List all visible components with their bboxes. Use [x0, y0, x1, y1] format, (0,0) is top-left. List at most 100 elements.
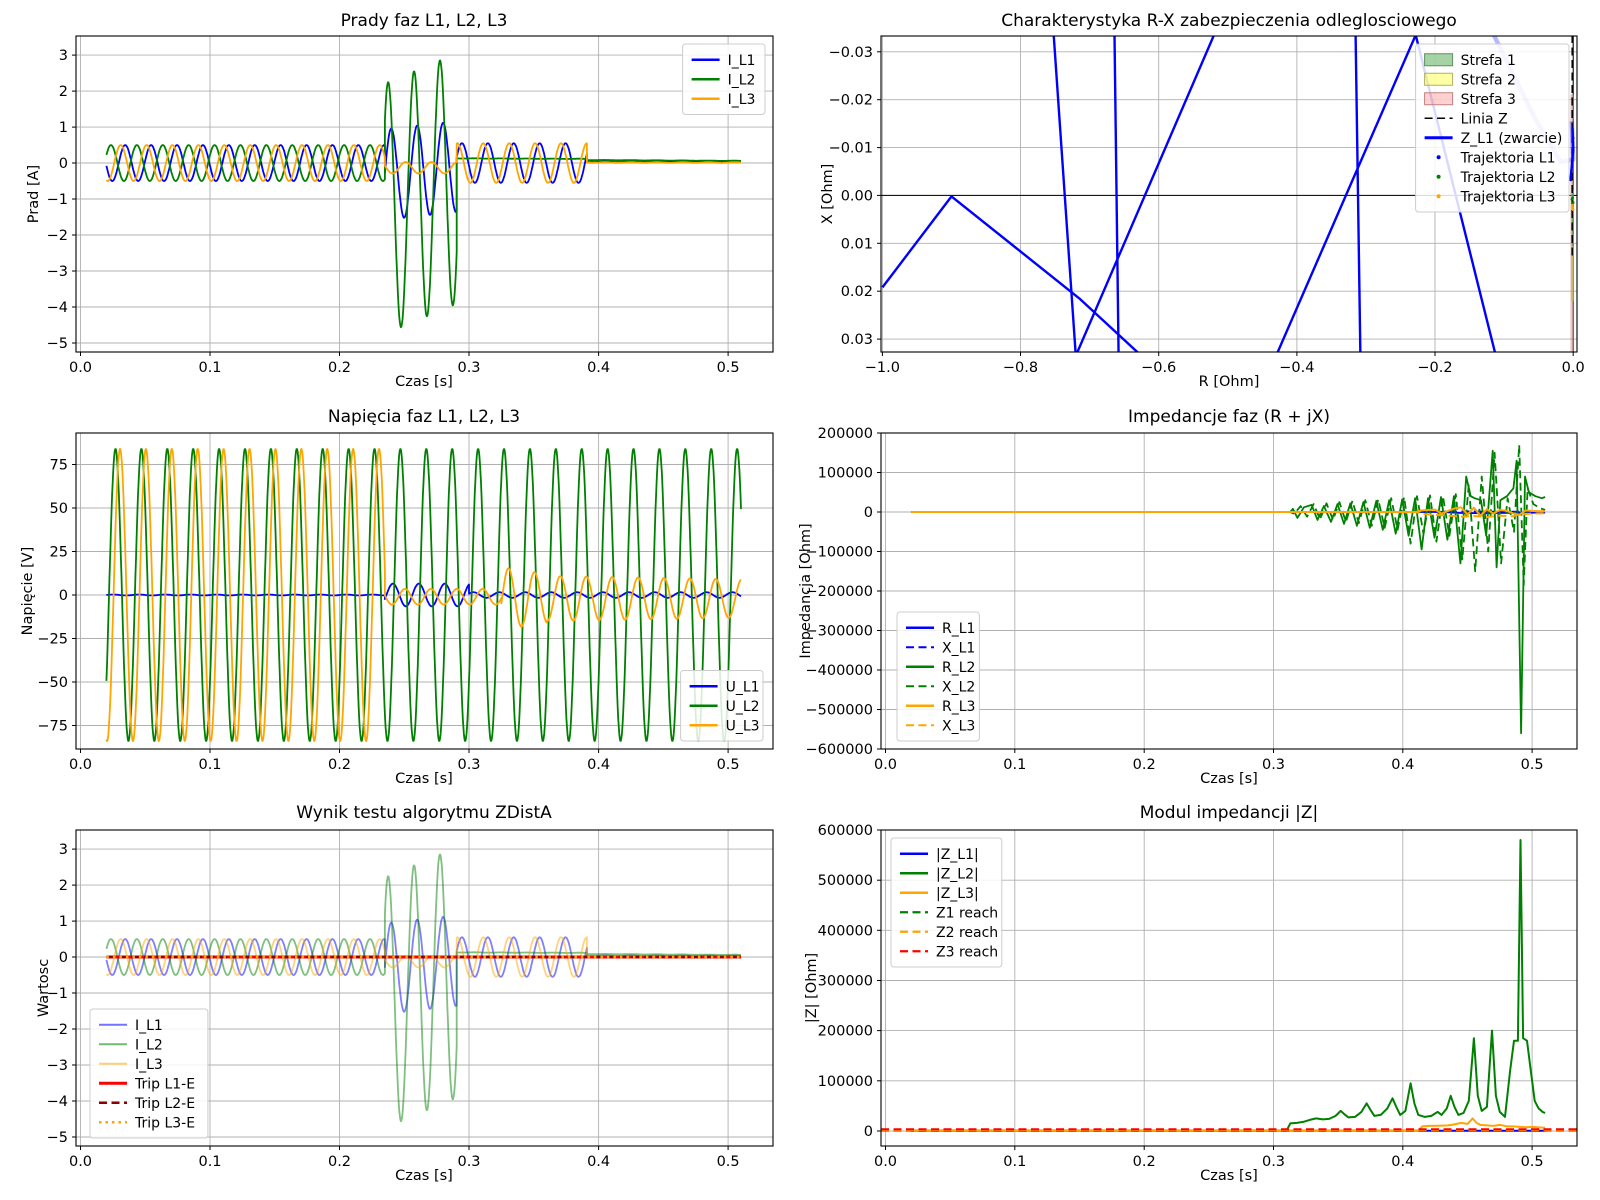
xlabel-currents: Czas [s]	[395, 374, 453, 390]
y-tick-label: 0.03	[841, 332, 873, 348]
legend-label: X_L1	[942, 640, 975, 656]
y-tick-label: 0	[59, 950, 68, 966]
y-tick-label: −0.03	[829, 45, 873, 61]
series-|Z_L2|	[911, 840, 1545, 1131]
x-tick-label: 0.2	[1133, 757, 1156, 773]
y-tick-label: −200000	[805, 584, 873, 600]
x-tick-label: 0.4	[587, 1154, 610, 1170]
legend-label: R_L3	[942, 699, 975, 715]
x-tick-label: 0.2	[328, 360, 351, 376]
legend-label: R_L2	[942, 660, 975, 676]
y-tick-label: −25	[37, 632, 68, 648]
title-rx: Charakterystyka R-X zabezpieczenia odleg…	[1001, 11, 1457, 31]
y-tick-label: 0	[59, 588, 68, 604]
legend-label: Z1 reach	[936, 905, 998, 921]
y-tick-label: 1	[59, 120, 68, 136]
xlabel-voltages: Czas [s]	[395, 771, 453, 787]
series-I_L2	[106, 61, 741, 328]
x-tick-label: 0.4	[587, 757, 610, 773]
x-tick-label: 0.4	[1391, 1154, 1414, 1170]
title-zmod: Modul impedancji |Z|	[1140, 803, 1319, 823]
y-tick-label: 500000	[818, 873, 873, 889]
y-tick-label: −300000	[805, 624, 873, 640]
x-tick-label: 0.2	[328, 757, 351, 773]
y-tick-label: −5	[47, 336, 68, 352]
legend-label: Z2 reach	[936, 925, 998, 941]
scatter-point	[1570, 175, 1573, 178]
y-tick-label: 0.00	[841, 188, 873, 204]
y-tick-label: 25	[50, 545, 68, 561]
series-Z_L1 (zwarcie)	[882, 196, 1141, 355]
legend-label: Trajektoria L2	[1460, 170, 1556, 186]
legend-label: R_L1	[942, 621, 975, 637]
scatter-point	[1571, 151, 1574, 154]
x-tick-label: 0.0	[69, 1154, 92, 1170]
y-tick-label: −100000	[805, 545, 873, 561]
y-tick-label: 0	[864, 1124, 873, 1140]
series-R_L2	[911, 451, 1545, 733]
x-tick-label: 0.1	[198, 757, 221, 773]
y-tick-label: 50	[50, 501, 68, 517]
y-tick-label: −75	[37, 719, 68, 735]
y-tick-label: −1	[47, 192, 68, 208]
ylabel-zdista: Wartosc	[36, 959, 52, 1017]
legend-label: U_L1	[726, 679, 760, 695]
x-tick-label: −0.2	[1417, 360, 1452, 376]
figure: 0.00.10.20.30.40.53210−1−2−3−4−5I_L1I_L2…	[0, 0, 1600, 1200]
y-tick-label: −50	[37, 675, 68, 691]
y-tick-label: 200000	[818, 426, 873, 442]
x-tick-label: 0.0	[874, 1154, 897, 1170]
y-tick-label: 1	[59, 914, 68, 930]
x-tick-label: 0.4	[587, 360, 610, 376]
scatter-point	[1571, 198, 1574, 201]
legend-2: U_L1U_L2U_L3	[681, 671, 763, 742]
legend-4: I_L1I_L2I_L3Trip L1-ETrip L2-ETrip L3-E	[90, 1009, 208, 1138]
y-tick-label: 100000	[818, 1074, 873, 1090]
series-group-3	[911, 445, 1545, 733]
xlabel-impedances: Czas [s]	[1200, 771, 1258, 787]
y-tick-label: −400000	[805, 663, 873, 679]
x-tick-label: 0.1	[198, 1154, 221, 1170]
x-tick-label: 0.0	[69, 360, 92, 376]
y-tick-label: 0	[59, 156, 68, 172]
ylabel-currents: Prad [A]	[26, 165, 42, 223]
legend-label: I_L1	[728, 53, 756, 69]
x-tick-label: 0.2	[328, 1154, 351, 1170]
x-tick-label: 0.3	[457, 1154, 480, 1170]
x-tick-label: 0.1	[1003, 757, 1026, 773]
legend-label: |Z_L3|	[936, 886, 979, 902]
title-currents: Prady faz L1, L2, L3	[341, 11, 508, 31]
y-tick-label: 0	[864, 505, 873, 521]
legend-label: |Z_L1|	[936, 847, 979, 863]
x-tick-label: −0.8	[1003, 360, 1038, 376]
x-tick-label: 0.2	[1133, 1154, 1156, 1170]
y-tick-label: 300000	[818, 974, 873, 990]
x-tick-label: 0.3	[1262, 1154, 1285, 1170]
legend-5: |Z_L1||Z_L2||Z_L3|Z1 reachZ2 reachZ3 rea…	[891, 838, 1002, 967]
x-tick-label: 0.3	[1262, 757, 1285, 773]
scatter-point	[1572, 209, 1575, 212]
y-tick-label: 2	[59, 878, 68, 894]
legend-label: Trip L1-E	[134, 1076, 195, 1092]
y-tick-label: 400000	[818, 923, 873, 939]
ylabel-zmod: |Z| [Ohm]	[804, 953, 820, 1023]
y-tick-label: −0.01	[829, 141, 873, 157]
ylabel-impedances: Impedancja [Ohm]	[798, 523, 814, 658]
y-tick-label: 0.01	[841, 236, 873, 252]
legend-label: Z3 reach	[936, 944, 998, 960]
legend-label: I_L2	[728, 72, 756, 88]
y-tick-label: 3	[59, 842, 68, 858]
legend-1: Strefa 1Strefa 2Strefa 3Linia ZZ_L1 (zwa…	[1416, 44, 1569, 212]
x-tick-label: 0.5	[1521, 757, 1544, 773]
legend-label: Z_L1 (zwarcie)	[1461, 131, 1563, 147]
y-tick-label: −0.02	[829, 93, 873, 109]
series-group-0	[106, 61, 741, 328]
y-tick-label: 100000	[818, 466, 873, 482]
y-tick-label: 200000	[818, 1024, 873, 1040]
legend-label: Strefa 1	[1461, 53, 1516, 69]
x-tick-label: 0.1	[1003, 1154, 1026, 1170]
x-tick-label: 0.5	[717, 1154, 740, 1170]
legend-label: Trajektoria L1	[1460, 150, 1556, 166]
y-tick-label: −4	[47, 1094, 68, 1110]
title-impedances: Impedancje faz (R + jX)	[1128, 407, 1330, 427]
